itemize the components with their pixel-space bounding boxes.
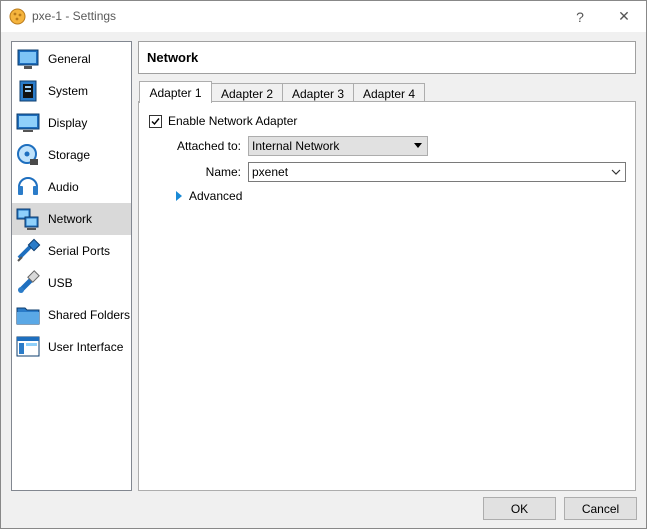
settings-window: pxe-1 - Settings ? ✕ General System Disp… — [0, 0, 647, 529]
section-header: Network — [138, 41, 636, 74]
sidebar-item-serial-ports[interactable]: Serial Ports — [12, 235, 131, 267]
attached-to-value: Internal Network — [252, 139, 340, 153]
sidebar-item-label: General — [48, 52, 91, 66]
sidebar-item-label: Network — [48, 212, 93, 226]
sidebar-item-label: System — [48, 84, 89, 98]
network-icon — [16, 208, 39, 230]
tab-label: Adapter 2 — [220, 86, 274, 101]
usb-icon — [18, 270, 40, 293]
advanced-label: Advanced — [189, 189, 243, 203]
audio-icon — [18, 177, 38, 195]
sidebar-item-label: USB — [48, 276, 73, 290]
cancel-button-label: Cancel — [581, 501, 620, 516]
tab-adapter-4[interactable]: Adapter 4 — [353, 83, 425, 103]
attached-to-select[interactable]: Internal Network — [248, 136, 428, 156]
sidebar-item-shared-folders[interactable]: Shared Folders — [12, 299, 131, 331]
tab-adapter-3[interactable]: Adapter 3 — [282, 83, 354, 103]
general-icon — [17, 49, 39, 69]
sidebar-item-label: Storage — [48, 148, 91, 162]
tab-adapter-1[interactable]: Adapter 1 — [139, 81, 212, 103]
tab-adapter-2[interactable]: Adapter 2 — [211, 83, 283, 103]
name-label: Name: — [205, 165, 241, 179]
dropdown-arrow-icon — [414, 143, 422, 148]
tab-label: Adapter 3 — [291, 86, 345, 101]
sidebar-item-usb[interactable]: USB — [12, 267, 131, 299]
virtualbox-app-icon — [9, 8, 26, 25]
settings-sidebar: General System Display Storage Audio Net… — [11, 41, 132, 491]
shared-folders-icon — [16, 307, 40, 325]
checkmark-icon — [151, 117, 160, 125]
enable-adapter-label: Enable Network Adapter — [168, 114, 298, 128]
display-icon — [16, 113, 40, 132]
adapter-tab-panel: Enable Network Adapter Attached to: Inte… — [138, 101, 636, 491]
ok-button[interactable]: OK — [483, 497, 556, 520]
sidebar-item-label: Serial Ports — [48, 244, 111, 258]
help-button[interactable]: ? — [557, 1, 603, 32]
expand-triangle-icon — [176, 191, 182, 201]
sidebar-item-label: User Interface — [48, 340, 124, 354]
system-icon — [19, 80, 37, 102]
advanced-toggle[interactable]: Advanced — [176, 189, 242, 203]
enable-adapter-row[interactable]: Enable Network Adapter — [149, 114, 297, 128]
network-name-value: pxenet — [252, 165, 289, 179]
sidebar-item-display[interactable]: Display — [12, 107, 131, 139]
sidebar-item-network[interactable]: Network — [12, 203, 131, 235]
serial-ports-icon — [17, 238, 41, 262]
sidebar-item-user-interface[interactable]: User Interface — [12, 331, 131, 363]
window-title: pxe-1 - Settings — [32, 9, 117, 23]
sidebar-item-label: Audio — [48, 180, 79, 194]
sidebar-item-label: Shared Folders — [48, 308, 131, 322]
help-icon: ? — [576, 8, 584, 25]
sidebar-item-system[interactable]: System — [12, 75, 131, 107]
tab-label: Adapter 1 — [149, 85, 202, 100]
close-button[interactable]: ✕ — [601, 1, 647, 32]
cancel-button[interactable]: Cancel — [564, 497, 637, 520]
tab-label: Adapter 4 — [362, 86, 416, 101]
network-name-combobox[interactable]: pxenet — [248, 162, 626, 182]
ok-button-label: OK — [510, 501, 529, 516]
chevron-down-icon[interactable] — [610, 165, 622, 179]
sidebar-item-general[interactable]: General — [12, 43, 131, 75]
user-interface-icon — [16, 336, 40, 357]
sidebar-item-audio[interactable]: Audio — [12, 171, 131, 203]
storage-icon — [17, 144, 38, 165]
attached-to-label: Attached to: — [176, 139, 241, 153]
page-title: Network — [147, 50, 199, 65]
enable-adapter-checkbox[interactable] — [149, 114, 162, 128]
sidebar-item-label: Display — [48, 116, 88, 130]
close-icon: ✕ — [618, 8, 630, 24]
sidebar-item-storage[interactable]: Storage — [12, 139, 131, 171]
title-bar[interactable]: pxe-1 - Settings ? ✕ — [1, 1, 646, 32]
